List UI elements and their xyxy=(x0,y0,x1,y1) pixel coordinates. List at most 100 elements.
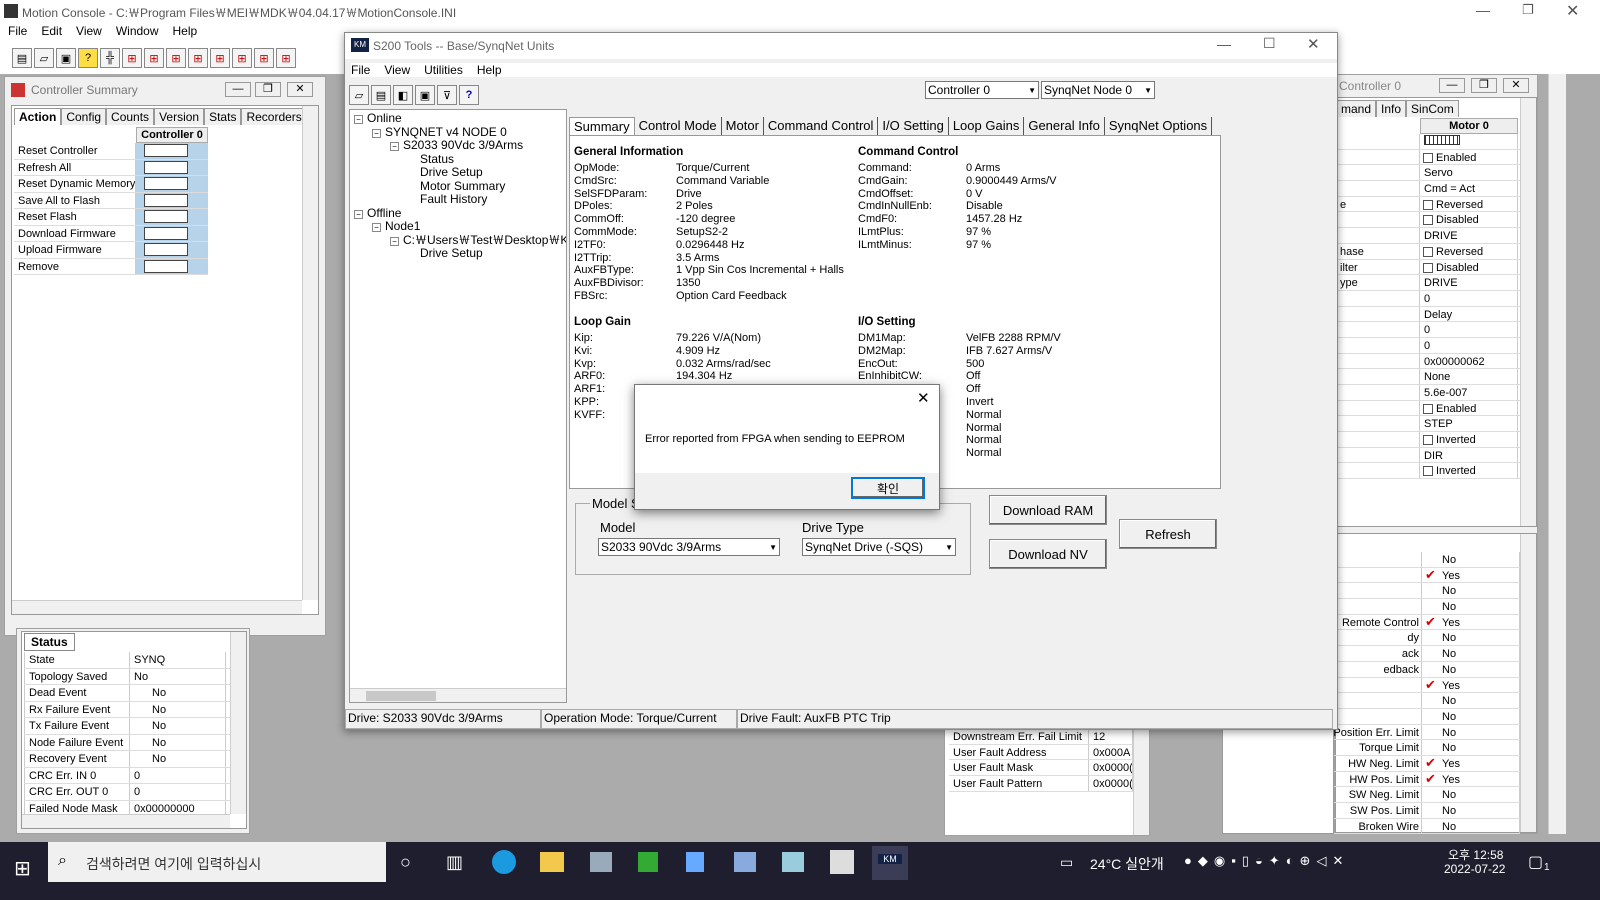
mid-bottom-vscroll[interactable] xyxy=(1133,727,1149,835)
right-row-value[interactable] xyxy=(1420,134,1518,149)
import-icon[interactable]: ◧ xyxy=(393,85,413,105)
checkbox-icon[interactable] xyxy=(1423,215,1433,226)
help-icon[interactable]: ? xyxy=(459,85,479,105)
right-row-value[interactable]: 0 xyxy=(1420,337,1518,353)
tab-recorders[interactable]: Recorders xyxy=(241,108,307,125)
s200-tab[interactable]: Command Control xyxy=(764,117,879,135)
notification-icon[interactable]: ▢ xyxy=(1528,852,1543,872)
status-hscroll[interactable] xyxy=(22,814,230,828)
menu-edit[interactable]: Edit xyxy=(41,24,62,38)
tab-action[interactable]: Action xyxy=(14,108,62,125)
menu-window[interactable]: Window xyxy=(116,24,159,38)
summary-close-icon[interactable]: ✕ xyxy=(287,82,313,97)
s200-tab[interactable]: Motor xyxy=(722,117,764,135)
right-row-value[interactable]: 0x00000062 xyxy=(1420,353,1518,369)
explorer-icon[interactable] xyxy=(540,852,564,872)
s200-close-icon[interactable]: ✕ xyxy=(1307,35,1320,53)
action-label[interactable]: Reset Dynamic Memory xyxy=(14,176,136,192)
s200-tab[interactable]: SynqNet Options xyxy=(1105,117,1213,135)
clock-date[interactable]: 2022-07-22 xyxy=(1444,862,1505,876)
calculator-icon[interactable] xyxy=(686,852,704,872)
expander-icon[interactable]: − xyxy=(372,223,381,232)
tool-icon-3[interactable]: ⊞ xyxy=(166,48,186,68)
right-row-value[interactable]: Enabled xyxy=(1420,400,1518,416)
summary-hscroll[interactable] xyxy=(12,600,302,614)
checkbox-icon[interactable] xyxy=(1423,403,1433,414)
right-row-value[interactable]: DRIVE xyxy=(1420,228,1518,243)
right-row-value[interactable]: Cmd = Act xyxy=(1420,181,1518,196)
mid-bottom-value[interactable]: 0x000A xyxy=(1089,744,1133,760)
tree-node[interactable]: Drive Setup xyxy=(354,246,566,261)
action-row[interactable]: Reset Dynamic Memory xyxy=(14,176,208,193)
right-row-value[interactable]: Servo xyxy=(1420,165,1518,181)
right-lower-vscroll[interactable] xyxy=(1520,534,1536,832)
action-row[interactable]: Download Firmware xyxy=(14,225,208,242)
tree-node[interactable]: Drive Setup xyxy=(354,165,566,180)
right-row-value[interactable]: 5.6e-007 xyxy=(1420,385,1518,400)
right-row-value[interactable]: Delay xyxy=(1420,306,1518,322)
tool-icon-4[interactable]: ⊞ xyxy=(188,48,208,68)
open-folder-icon[interactable]: ▱ xyxy=(349,85,369,105)
right-row-value[interactable]: Disabled xyxy=(1420,259,1518,275)
s200-menu-utilities[interactable]: Utilities xyxy=(424,63,463,77)
tree-hscroll-thumb[interactable] xyxy=(366,691,436,701)
model-select[interactable]: S2033 90Vdc 3/9Arms xyxy=(598,538,780,556)
expander-icon[interactable]: − xyxy=(354,209,363,219)
tool-icon-1[interactable]: ⊞ xyxy=(122,48,142,68)
help-icon[interactable]: ? xyxy=(78,48,98,68)
action-label[interactable]: Remove xyxy=(14,258,136,274)
right-close-icon[interactable]: ✕ xyxy=(1503,78,1529,93)
download-nv-button[interactable]: Download NV xyxy=(989,539,1107,569)
dialog-close-icon[interactable]: ✕ xyxy=(917,389,930,407)
tree-node[interactable]: − Node1 xyxy=(354,219,566,234)
tree-hscroll[interactable] xyxy=(350,688,566,702)
action-row[interactable]: Save All to Flash xyxy=(14,192,208,209)
print-icon[interactable]: ▤ xyxy=(371,85,391,105)
tool-icon-7[interactable]: ⊞ xyxy=(254,48,274,68)
right-row-value[interactable]: DRIVE xyxy=(1420,275,1518,290)
checkbox-icon[interactable] xyxy=(1423,199,1433,210)
multitask-icon[interactable]: ▥ xyxy=(446,852,463,873)
app-icon-2[interactable] xyxy=(638,852,658,872)
right-minimize-icon[interactable]: — xyxy=(1439,78,1465,93)
dialog-ok-button[interactable]: 확인 xyxy=(851,477,925,499)
controller-select[interactable]: Controller 0 xyxy=(925,81,1039,99)
right-row-value[interactable]: STEP xyxy=(1420,416,1518,432)
right-row-value[interactable]: DIR xyxy=(1420,447,1518,463)
tree-node[interactable]: Status xyxy=(354,152,566,167)
checkbox-icon[interactable] xyxy=(1423,246,1433,257)
checkbox-icon[interactable] xyxy=(1423,466,1433,477)
action-button-icon[interactable] xyxy=(136,176,208,192)
tree-node[interactable]: − SYNQNET v4 NODE 0 xyxy=(354,125,566,140)
action-button-icon[interactable] xyxy=(136,258,208,274)
s200-tab[interactable]: Summary xyxy=(569,117,635,135)
tool-icon-5[interactable]: ⊞ xyxy=(210,48,230,68)
node-select[interactable]: SynqNet Node 0 xyxy=(1041,81,1155,99)
open-icon[interactable]: ▱ xyxy=(34,48,54,68)
summary-minimize-icon[interactable]: — xyxy=(225,82,251,97)
action-label[interactable]: Download Firmware xyxy=(14,225,136,241)
s200-tab[interactable]: Control Mode xyxy=(635,117,722,135)
tool-icon-8[interactable]: ⊞ xyxy=(276,48,296,68)
tree-node[interactable]: − Online xyxy=(354,111,566,126)
taskbar-search[interactable]: ⌕ 검색하려면 여기에 입력하십시 xyxy=(48,842,386,882)
s200-tab[interactable]: Loop Gains xyxy=(949,117,1025,135)
s200-menu-file[interactable]: File xyxy=(351,63,370,77)
mid-bottom-value[interactable]: 0x0000( xyxy=(1089,776,1133,791)
checkbox-icon[interactable] xyxy=(1423,152,1433,163)
new-icon[interactable]: ▤ xyxy=(12,48,32,68)
tray-icons[interactable]: ●◆◉▪▯◒✦◐⊕◁✕ xyxy=(1184,853,1349,869)
action-row[interactable]: Remove xyxy=(14,258,208,275)
action-button-icon[interactable] xyxy=(136,225,208,241)
filter-icon[interactable]: ⊽ xyxy=(437,85,457,105)
right-row-value[interactable]: Reversed xyxy=(1420,196,1518,212)
action-row[interactable]: Reset Flash xyxy=(14,209,208,226)
right-row-value[interactable]: Inverted xyxy=(1420,463,1518,479)
download-ram-button[interactable]: Download RAM xyxy=(989,495,1107,525)
tab-config[interactable]: Config xyxy=(61,108,107,125)
right-restore-icon[interactable]: ❐ xyxy=(1471,78,1497,93)
save-icon[interactable]: ▣ xyxy=(415,85,435,105)
tab-command[interactable]: mand xyxy=(1336,100,1377,117)
outer-vscroll[interactable] xyxy=(1548,74,1566,834)
tree-node[interactable]: Fault History xyxy=(354,192,566,207)
